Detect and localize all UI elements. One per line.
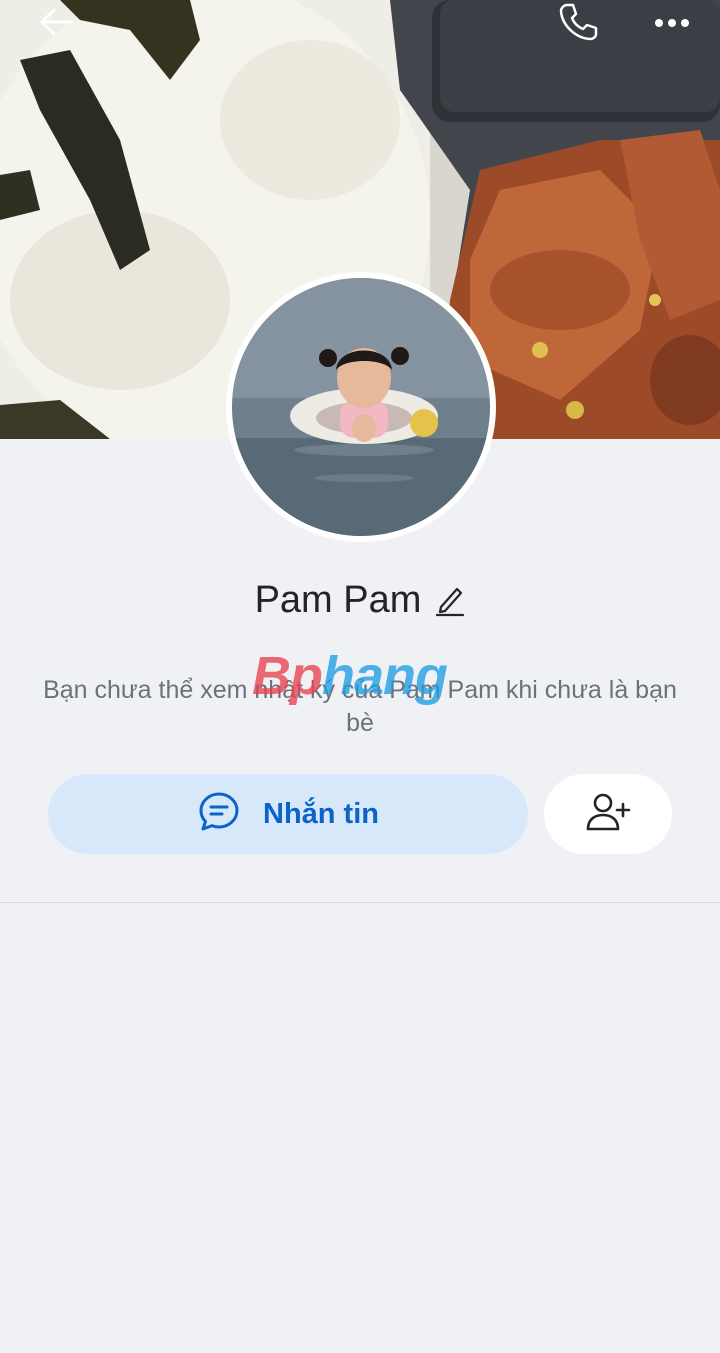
watermark-logo: Bphang — [252, 648, 472, 704]
back-button[interactable] — [24, 0, 88, 48]
call-button[interactable] — [548, 0, 608, 48]
avatar[interactable] — [232, 278, 490, 536]
phone-icon — [557, 1, 599, 48]
section-divider — [0, 902, 720, 903]
watermark-part1: Bp — [252, 646, 323, 706]
add-friend-button[interactable] — [544, 774, 672, 854]
watermark-part2: hang — [321, 646, 448, 706]
message-button-label: Nhắn tin — [263, 797, 379, 830]
profile-name: Pam Pam — [254, 578, 422, 621]
add-friend-icon — [585, 792, 631, 837]
avatar-frame — [226, 272, 496, 542]
more-dots-icon — [654, 15, 690, 33]
profile-name-row: Pam Pam — [0, 572, 720, 628]
message-button[interactable]: Nhắn tin — [48, 774, 528, 854]
chat-bubble-icon — [197, 790, 241, 839]
more-button[interactable] — [642, 0, 702, 48]
back-arrow-icon — [36, 6, 76, 43]
pencil-icon[interactable] — [435, 583, 465, 617]
